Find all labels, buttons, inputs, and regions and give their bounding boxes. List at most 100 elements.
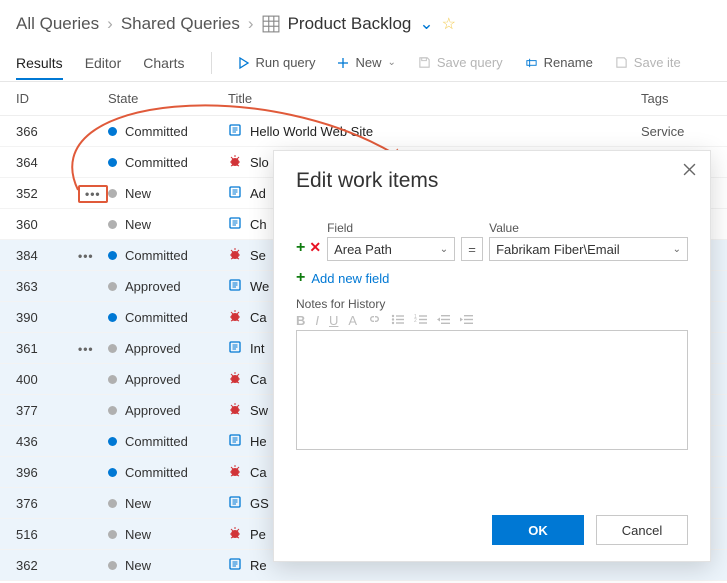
context-menu-button[interactable]: ••• [78, 249, 94, 263]
state-dot-icon [108, 251, 117, 260]
save-icon [418, 56, 431, 69]
state-dot-icon [108, 530, 117, 539]
font-color-icon[interactable]: A [348, 313, 357, 328]
state-dot-icon [108, 282, 117, 291]
cell-state: Committed [108, 155, 228, 170]
breadcrumb: All Queries › Shared Queries › Product B… [0, 0, 727, 44]
cell-id: 362 [16, 558, 78, 573]
save-query-button[interactable]: Save query [418, 55, 503, 70]
workitem-type-icon [228, 495, 242, 512]
run-query-label: Run query [256, 55, 316, 70]
link-icon[interactable] [367, 313, 381, 328]
cell-id: 363 [16, 279, 78, 294]
breadcrumb-leaf[interactable]: Product Backlog [288, 14, 412, 34]
value-combo-value: Fabrikam Fiber\Email [496, 242, 620, 257]
notes-label: Notes for History [296, 297, 688, 311]
breadcrumb-root[interactable]: All Queries [16, 14, 99, 34]
workitem-type-icon [228, 464, 242, 481]
add-new-field-link[interactable]: + Add new field [296, 269, 688, 287]
cell-tags: Service [641, 124, 711, 139]
cell-state: Committed [108, 248, 228, 263]
rename-button[interactable]: Rename [525, 55, 593, 70]
operator-box[interactable]: = [461, 237, 483, 261]
chevron-down-icon[interactable]: ⌄ [419, 14, 433, 34]
add-new-field-label: Add new field [311, 271, 389, 286]
chevron-right-icon: › [248, 14, 254, 34]
chevron-down-icon: ⌄ [673, 244, 681, 255]
ok-button[interactable]: OK [492, 515, 584, 545]
close-icon [683, 163, 696, 176]
italic-icon[interactable]: I [315, 313, 319, 328]
indent-icon[interactable] [460, 313, 473, 328]
workitem-type-icon [228, 123, 242, 140]
new-button[interactable]: New ⌄ [337, 55, 395, 70]
cell-state: Committed [108, 465, 228, 480]
state-dot-icon [108, 437, 117, 446]
workitem-type-icon [228, 340, 242, 357]
state-dot-icon [108, 127, 117, 136]
add-row-button[interactable]: + [296, 239, 305, 257]
workitem-type-icon [228, 557, 242, 574]
col-state[interactable]: State [108, 91, 228, 106]
save-items-button[interactable]: Save ite [615, 55, 681, 70]
field-combo[interactable]: Area Path ⌄ [327, 237, 455, 261]
workitem-type-icon [228, 185, 242, 202]
state-dot-icon [108, 561, 117, 570]
favorite-star-icon[interactable]: ☆ [442, 14, 456, 34]
new-label: New [355, 55, 381, 70]
remove-row-button[interactable]: ✕ [309, 239, 321, 257]
tab-editor[interactable]: Editor [85, 47, 122, 78]
notes-textarea[interactable] [296, 330, 688, 450]
cell-id: 396 [16, 465, 78, 480]
state-dot-icon [108, 158, 117, 167]
save-items-label: Save ite [634, 55, 681, 70]
bullet-list-icon[interactable] [391, 313, 404, 328]
field-combo-value: Area Path [334, 242, 392, 257]
close-button[interactable] [683, 163, 696, 179]
cell-id: 376 [16, 496, 78, 511]
tab-charts[interactable]: Charts [143, 47, 184, 78]
chevron-down-icon: ⌄ [388, 57, 396, 68]
workitem-type-icon [228, 526, 242, 543]
column-headers: ID State Title Tags [0, 82, 727, 116]
context-menu-button[interactable]: ••• [78, 185, 108, 203]
table-row[interactable]: 366 CommittedHello World Web SiteService [0, 116, 727, 147]
cell-state: New [108, 186, 228, 201]
run-query-button[interactable]: Run query [238, 55, 316, 70]
outdent-icon[interactable] [437, 313, 450, 328]
context-menu-button[interactable]: ••• [78, 342, 94, 356]
bold-icon[interactable]: B [296, 313, 305, 328]
tabs-toolbar: Results Editor Charts Run query New ⌄ Sa… [0, 44, 727, 82]
breadcrumb-shared[interactable]: Shared Queries [121, 14, 240, 34]
cell-id: 516 [16, 527, 78, 542]
cell-id: 366 [16, 124, 78, 139]
rename-label: Rename [544, 55, 593, 70]
col-tags[interactable]: Tags [641, 91, 711, 106]
col-id[interactable]: ID [16, 91, 78, 106]
state-dot-icon [108, 375, 117, 384]
cancel-button[interactable]: Cancel [596, 515, 688, 545]
tab-results[interactable]: Results [16, 47, 63, 80]
save-icon [615, 56, 628, 69]
col-title[interactable]: Title [228, 91, 641, 106]
workitem-type-icon [228, 371, 242, 388]
state-dot-icon [108, 499, 117, 508]
state-dot-icon [108, 189, 117, 198]
value-combo[interactable]: Fabrikam Fiber\Email ⌄ [489, 237, 688, 261]
cell-state: New [108, 527, 228, 542]
cell-state: New [108, 496, 228, 511]
cell-title[interactable]: Hello World Web Site [228, 123, 641, 140]
dialog-title: Edit work items [296, 169, 688, 193]
cell-id: 384 [16, 248, 78, 263]
chevron-down-icon: ⌄ [440, 244, 448, 255]
rename-icon [525, 56, 538, 69]
cell-state: Committed [108, 124, 228, 139]
value-label: Value [489, 221, 688, 235]
field-label: Field [327, 221, 455, 235]
workitem-type-icon [228, 433, 242, 450]
state-dot-icon [108, 313, 117, 322]
query-grid-icon [262, 15, 280, 33]
cell-id: 390 [16, 310, 78, 325]
numbered-list-icon[interactable]: 12 [414, 313, 427, 328]
underline-icon[interactable]: U [329, 313, 338, 328]
